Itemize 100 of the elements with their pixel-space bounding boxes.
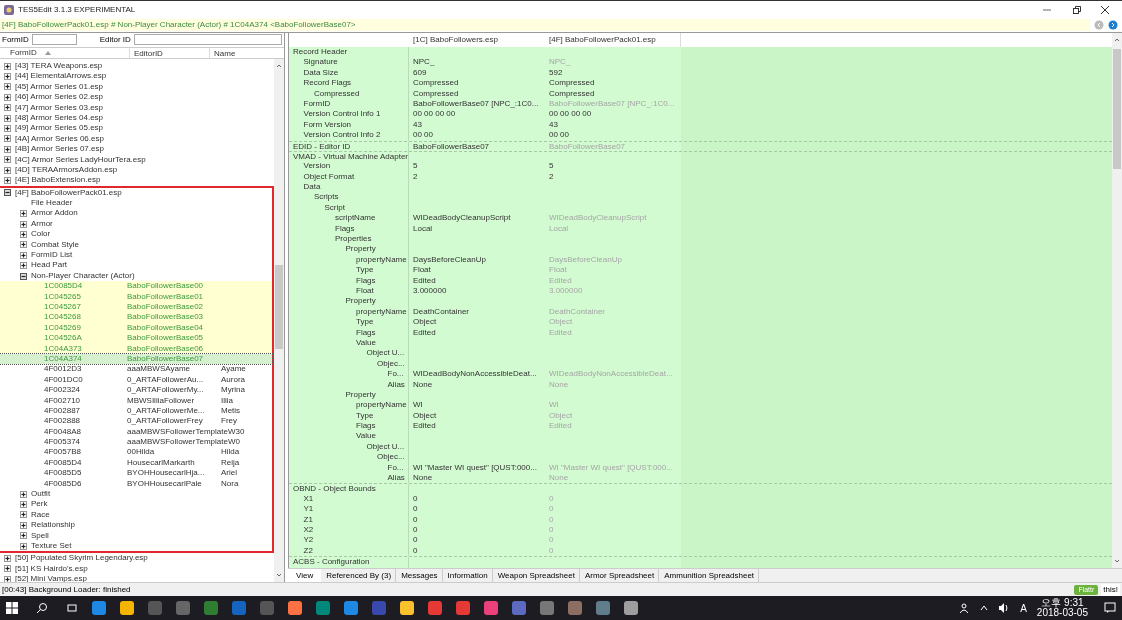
expand-icon[interactable]: [4, 114, 11, 122]
close-icon[interactable]: [1100, 4, 1110, 15]
tree-item[interactable]: Combat Style: [0, 239, 272, 251]
expand-icon[interactable]: [4, 135, 11, 143]
tree-item[interactable]: [4E] BaboExtension.esp: [0, 175, 274, 186]
record-row[interactable]: 4F0085D5 BYOHHousecarlHja... Ariel: [0, 468, 272, 479]
collapse-icon[interactable]: [4, 189, 11, 197]
collapse-icon[interactable]: [20, 272, 27, 280]
expand-icon[interactable]: [20, 230, 27, 238]
tree-item[interactable]: [4F] BaboFollowerPack01.esp: [0, 187, 272, 199]
chevron-up-icon[interactable]: [980, 604, 989, 612]
expand-icon[interactable]: [4, 555, 11, 563]
expand-icon[interactable]: [4, 83, 11, 91]
scrollbar-thumb[interactable]: [1113, 49, 1121, 169]
expand-icon[interactable]: [20, 501, 27, 509]
record-row[interactable]: 1C045265 BaboFollowerBase01: [0, 291, 272, 302]
tree-item[interactable]: [46] Armor Series 02.esp: [0, 92, 274, 103]
expand-icon[interactable]: [4, 73, 11, 81]
record-row[interactable]: 4F002324 0_ARTAFollowerMy... Myrina: [0, 385, 272, 396]
expand-icon[interactable]: [4, 104, 11, 112]
record-row[interactable]: 4F001DC0 0_ARTAFollowerAu... Aurora: [0, 374, 272, 386]
column-header[interactable]: FormID: [0, 48, 130, 58]
clock-time[interactable]: 오후 9:31: [1041, 598, 1084, 608]
record-row[interactable]: 1C045267 BaboFollowerBase02: [0, 302, 272, 313]
restore-icon[interactable]: [1072, 4, 1082, 15]
record-row[interactable]: 1C045268 BaboFollowerBase03: [0, 312, 272, 323]
record-row[interactable]: 4F0048A8 aaaMBWSFollowerTemplateW30: [0, 426, 272, 438]
tree-item[interactable]: [48] Armor Series 04.esp: [0, 112, 274, 124]
expand-icon[interactable]: [20, 532, 27, 540]
expand-icon[interactable]: [20, 241, 27, 249]
tree-item[interactable]: Relationship: [0, 520, 272, 531]
expand-icon[interactable]: [20, 262, 27, 270]
people-icon[interactable]: [960, 603, 971, 613]
notification-icon[interactable]: [1104, 602, 1116, 614]
expand-icon[interactable]: [20, 542, 27, 550]
expand-icon[interactable]: [4, 177, 11, 184]
record-row[interactable]: 1C04526A BaboFollowerBase05: [0, 333, 272, 344]
ime-indicator[interactable]: A: [1020, 600, 1027, 616]
record-row[interactable]: 4F0012D3 aaaMBWSAyame Ayame: [0, 364, 272, 375]
filter-input[interactable]: [31, 34, 77, 45]
tree-item[interactable]: Perk: [0, 499, 272, 510]
record-row[interactable]: 4F0085D6 BYOHHousecarlPale Nora: [0, 478, 272, 489]
tree-item[interactable]: Color: [0, 229, 272, 240]
record-row[interactable]: 4F0057B8 00Hilda Hilda: [0, 447, 272, 458]
scrollbar[interactable]: [1112, 33, 1122, 568]
record-row[interactable]: 4F002710 MBWSIlliaFollower Illia: [0, 395, 272, 406]
column-header[interactable]: Name: [210, 48, 275, 58]
task-view-icon[interactable]: [66, 602, 78, 614]
scroll-down-icon[interactable]: [1114, 558, 1120, 564]
scroll-up-icon[interactable]: [276, 63, 282, 69]
tree-item[interactable]: [45] Armor Series 01.esp: [0, 81, 274, 93]
expand-icon[interactable]: [4, 145, 11, 153]
column-header[interactable]: [1C] BaboFollowers.esp: [409, 33, 545, 47]
tree-item[interactable]: File Header: [0, 198, 272, 209]
tree-item[interactable]: [43] TERA Weapons.esp: [0, 61, 274, 72]
tree-item[interactable]: [47] Armor Series 03.esp: [0, 102, 274, 113]
tree-item[interactable]: FormID List: [0, 250, 272, 261]
tree-item[interactable]: [49] Armor Series 05.esp: [0, 123, 274, 134]
forward-icon[interactable]: [1108, 20, 1118, 30]
tree-item[interactable]: Outfit: [0, 489, 272, 500]
expand-icon[interactable]: [4, 125, 11, 133]
expand-icon[interactable]: [4, 62, 11, 70]
tree-item[interactable]: [51] KS Hairdo's.esp: [0, 563, 274, 575]
windows-logo-icon[interactable]: [6, 602, 18, 614]
scroll-up-icon[interactable]: [1114, 37, 1120, 43]
tab[interactable]: View: [288, 569, 322, 582]
tree-item[interactable]: [4B] Armor Series 07.esp: [0, 144, 274, 155]
tree-item[interactable]: [50] Populated Skyrim Legendary.esp: [0, 553, 274, 564]
tree-item[interactable]: Armor: [0, 218, 272, 230]
expand-icon[interactable]: [4, 156, 11, 164]
record-row[interactable]: 1C04A373 BaboFollowerBase06: [0, 343, 272, 354]
expand-icon[interactable]: [4, 565, 11, 573]
expand-icon[interactable]: [20, 511, 27, 519]
search-icon[interactable]: [36, 602, 48, 614]
tree-item[interactable]: Texture Set: [0, 540, 272, 552]
tree-item[interactable]: Head Part: [0, 260, 272, 271]
tree-item[interactable]: [4D] TERAArmorsAddon.esp: [0, 164, 274, 176]
column-header[interactable]: EditorID: [130, 48, 210, 58]
filter-input[interactable]: [133, 34, 282, 45]
expand-icon[interactable]: [20, 251, 27, 259]
record-row[interactable]: 4F005374 aaaMBWSFollowerTemplateW0: [0, 437, 272, 448]
record-row[interactable]: 1C045269 BaboFollowerBase04: [0, 322, 272, 334]
tree-item[interactable]: Non-Player Character (Actor): [0, 270, 272, 282]
tree-item[interactable]: Armor Addon: [0, 208, 272, 219]
scroll-down-icon[interactable]: [276, 572, 282, 578]
expand-icon[interactable]: [4, 166, 11, 174]
speaker-icon[interactable]: [998, 603, 1011, 613]
clock-date[interactable]: 2018-03-05: [1036, 608, 1088, 618]
record-row[interactable]: 4F002888 0_ARTAFollowerFrey Frey: [0, 416, 272, 427]
scrollbar-thumb[interactable]: [275, 265, 283, 349]
expand-icon[interactable]: [20, 220, 27, 228]
record-row[interactable]: 4F002887 0_ARTAFollowerMe... Metis: [0, 405, 272, 417]
expand-icon[interactable]: [20, 521, 27, 529]
expand-icon[interactable]: [20, 210, 27, 218]
expand-icon[interactable]: [20, 490, 27, 498]
scrollbar[interactable]: [274, 59, 284, 582]
tree-item[interactable]: Race: [0, 509, 272, 521]
tree-item[interactable]: [4C] Armor Series LadyHourTera.esp: [0, 154, 274, 165]
tree-item[interactable]: [4A] Armor Series 06.esp: [0, 133, 274, 145]
column-header[interactable]: [4F] BaboFollowerPack01.esp: [545, 33, 681, 47]
